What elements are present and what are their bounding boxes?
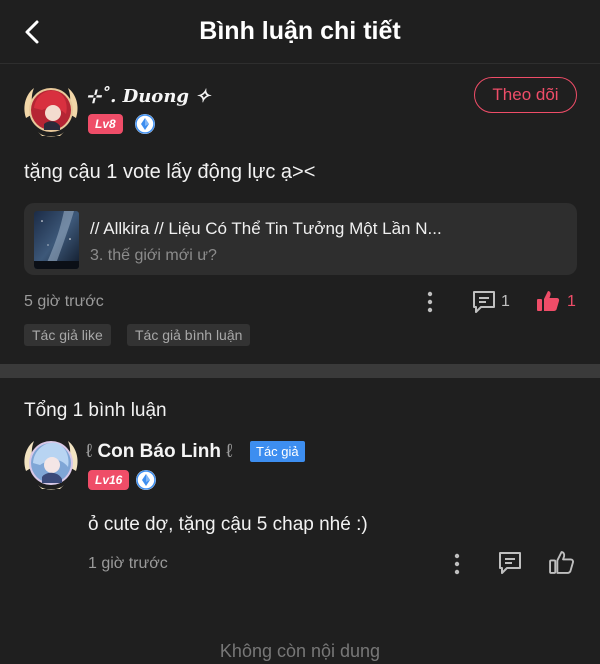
comment-time: 5 giờ trước	[24, 293, 104, 310]
reply-username[interactable]: ℓ Con Báo Linh ℓ	[86, 441, 232, 463]
more-vertical-icon	[427, 291, 433, 313]
reply-time: 1 giờ trước	[88, 555, 168, 572]
comment-text: tặng cậu 1 vote lấy động lực ạ><	[24, 161, 316, 183]
verified-icon	[135, 114, 155, 134]
comment-button[interactable]	[471, 289, 497, 315]
more-options-button[interactable]	[420, 290, 440, 314]
replies-total: Tổng 1 bình luận	[24, 400, 167, 421]
avatar[interactable]	[20, 80, 82, 142]
thumbs-up-icon	[537, 291, 560, 311]
level-badge: Lv8	[88, 114, 123, 134]
name-decoration-left: ℓ	[86, 441, 93, 462]
like-count: 1	[567, 293, 576, 310]
end-of-content-text: Không còn nội dung	[219, 641, 381, 661]
reply-comment-button[interactable]	[497, 550, 523, 576]
comment-icon	[473, 291, 495, 313]
name-decoration-right: ℓ	[226, 441, 233, 462]
comment-count: 1	[501, 293, 510, 310]
story-title: // Allkira // Liệu Có Thể Tin Tưởng Một …	[90, 219, 442, 238]
tag-author-comment: Tác giả bình luận	[127, 324, 251, 346]
follow-button[interactable]: Theo dõi	[474, 77, 577, 113]
reply-text: ỏ cute dợ, tặng cậu 5 chap nhé :)	[88, 514, 368, 535]
page-title: Bình luận chi tiết	[199, 17, 401, 45]
story-card[interactable]: // Allkira // Liệu Có Thể Tin Tưởng Một …	[24, 203, 577, 275]
reply-username-text: Con Báo Linh	[97, 441, 221, 462]
like-button[interactable]	[535, 288, 561, 314]
reply-verified-icon	[136, 470, 156, 490]
reply-more-options-button[interactable]	[447, 552, 467, 576]
reply-level-badge: Lv16	[88, 470, 130, 490]
author-badge: Tác giả	[250, 441, 305, 462]
reply-like-button[interactable]	[548, 549, 575, 576]
section-divider	[0, 364, 600, 378]
comment-detail-screen: Bình luận chi tiết ⊹˚. Duong ✧ Lv8 Theo …	[0, 0, 600, 664]
thumbs-up-outline-icon	[549, 551, 574, 574]
reply-avatar[interactable]	[20, 433, 82, 495]
comment-username[interactable]: ⊹˚. Duong ✧	[86, 86, 210, 107]
story-chapter: 3. thế giới mới ư?	[90, 247, 217, 264]
comment-icon	[499, 552, 521, 574]
tag-author-like: Tác giả like	[24, 324, 111, 346]
header: Bình luận chi tiết	[0, 0, 600, 64]
more-vertical-icon	[454, 553, 460, 575]
story-cover-image	[34, 211, 79, 269]
